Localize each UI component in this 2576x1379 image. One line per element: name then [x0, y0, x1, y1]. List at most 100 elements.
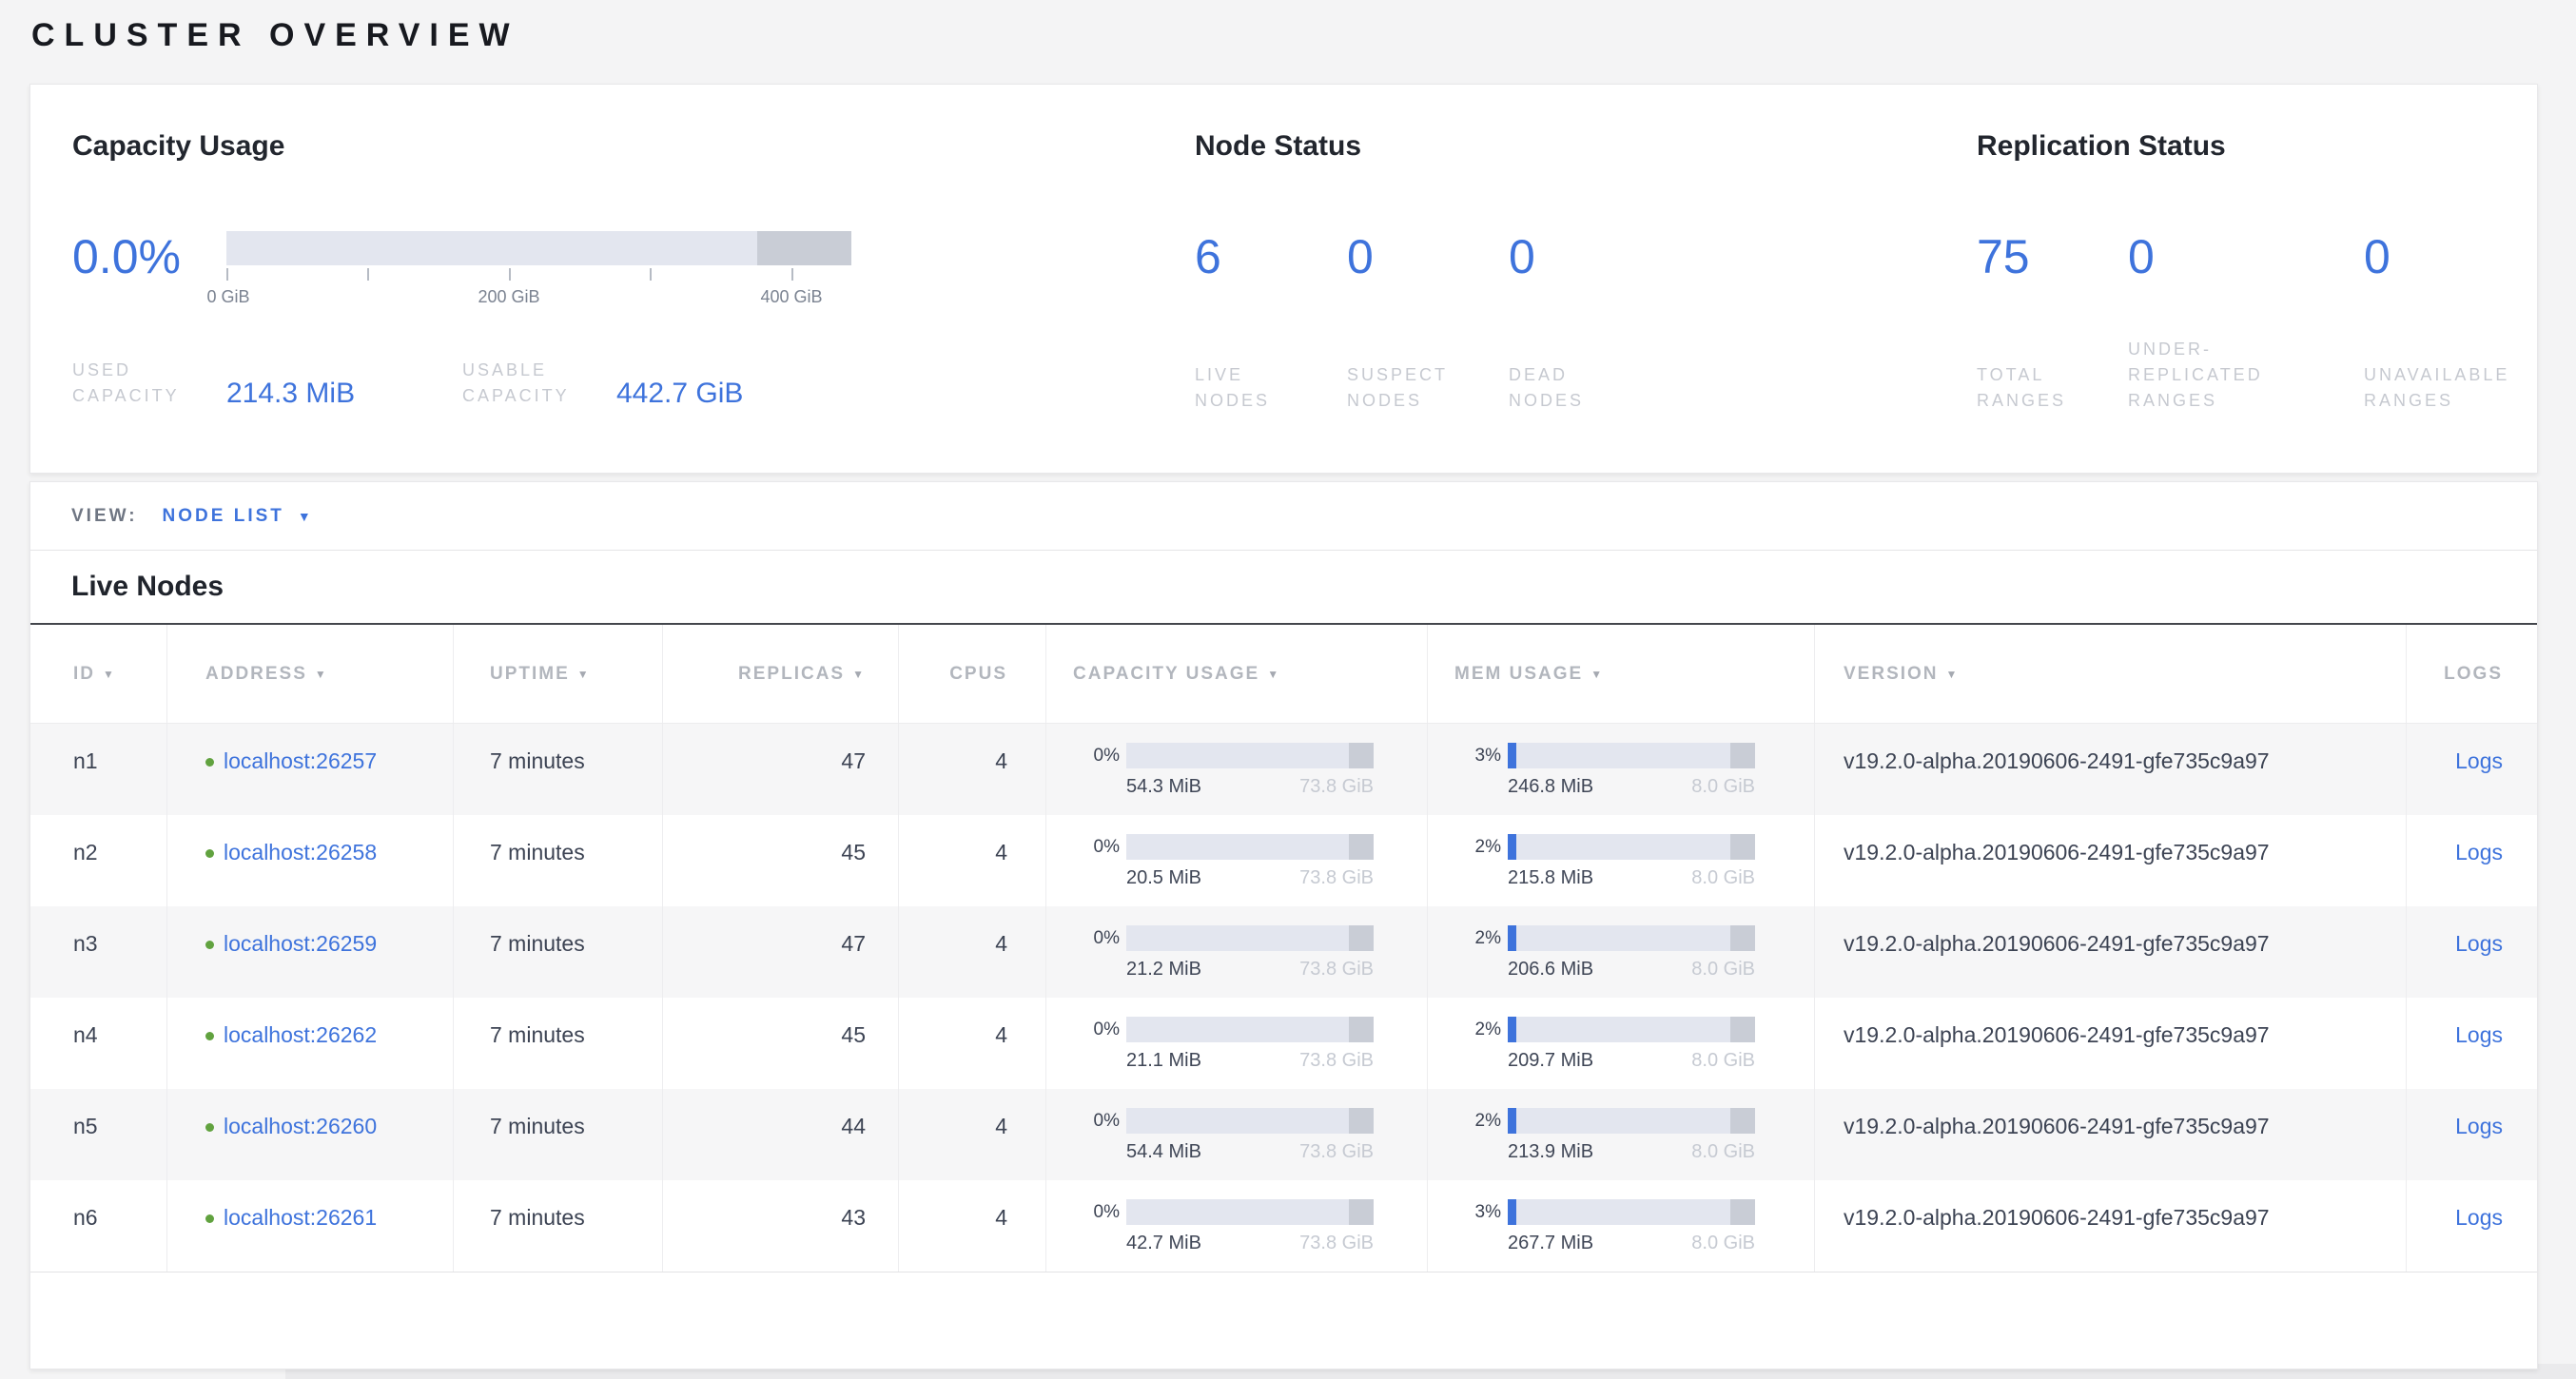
live-nodes-table: ID▼ADDRESS▼UPTIME▼REPLICAS▼CPUSCAPACITY …: [30, 625, 2537, 1272]
node-cpus-cell: 4: [898, 1180, 1045, 1272]
node-logs-link[interactable]: Logs: [2455, 840, 2503, 864]
mem-mini-bar: [1508, 925, 1755, 951]
node-status-section: Node Status 6 LIVE NODES 0 SUSPECT NODES…: [1195, 130, 1861, 414]
node-logs-link[interactable]: Logs: [2455, 931, 2503, 956]
node-cpus-cell: 4: [898, 906, 1045, 998]
capacity-percent: 0.0%: [72, 231, 226, 312]
used-capacity-label: USED CAPACITY: [72, 358, 226, 409]
capacity-total-value: 73.8 GiB: [1299, 1050, 1374, 1072]
node-uptime-cell: 7 minutes: [453, 815, 662, 906]
capacity-mini-bar: [1126, 925, 1374, 951]
node-cpus-cell: 4: [898, 998, 1045, 1089]
column-header-label: CPUS: [949, 664, 1007, 685]
node-logs-cell: Logs: [2406, 815, 2537, 906]
capacity-mini-bar: [1126, 1108, 1374, 1134]
column-header-label: ADDRESS: [205, 664, 307, 685]
node-replicas-cell: 45: [662, 815, 898, 906]
node-version-cell: v19.2.0-alpha.20190606-2491-gfe735c9a97: [1814, 724, 2406, 815]
mem-used-value: 213.9 MiB: [1508, 1141, 1593, 1163]
node-logs-link[interactable]: Logs: [2455, 1205, 2503, 1230]
node-uptime-cell: 7 minutes: [453, 906, 662, 998]
node-logs-link[interactable]: Logs: [2455, 1114, 2503, 1138]
column-header-mem-usage[interactable]: MEM USAGE▼: [1427, 625, 1814, 723]
column-header-replicas[interactable]: REPLICAS▼: [662, 625, 898, 723]
table-row: n3 localhost:26259 7 minutes 47 4 0% 21.…: [30, 906, 2537, 998]
node-mem-cell: 3% 267.7 MiB 8.0 GiB: [1427, 1180, 1814, 1272]
capacity-used-value: 21.1 MiB: [1126, 1050, 1201, 1072]
capacity-used-value: 54.3 MiB: [1126, 776, 1201, 798]
column-header-label: LOGS: [2444, 664, 2503, 685]
capacity-total-value: 73.8 GiB: [1299, 959, 1374, 981]
column-header-uptime[interactable]: UPTIME▼: [453, 625, 662, 723]
node-logs-link[interactable]: Logs: [2455, 748, 2503, 773]
dead-nodes-stat: 0 DEAD NODES: [1509, 231, 1670, 414]
node-uptime-cell: 7 minutes: [453, 1180, 662, 1272]
capacity-total-value: 73.8 GiB: [1299, 776, 1374, 798]
column-header-id[interactable]: ID▼: [30, 625, 166, 723]
column-header-label: ID: [73, 664, 95, 685]
node-capacity-cell: 0% 21.2 MiB 73.8 GiB: [1045, 906, 1427, 998]
capacity-bar-end-segment: [1349, 925, 1374, 951]
view-selector-dropdown[interactable]: NODE LIST ▼: [163, 506, 314, 527]
table-body: n1 localhost:26257 7 minutes 47 4 0% 54.…: [30, 724, 2537, 1272]
mem-percent-label: 2%: [1454, 837, 1508, 858]
capacity-usage-heading: Capacity Usage: [72, 130, 928, 163]
mem-total-value: 8.0 GiB: [1691, 776, 1755, 798]
mem-mini-bar: [1508, 743, 1755, 768]
capacity-total-value: 73.8 GiB: [1299, 1233, 1374, 1254]
sort-desc-icon: ▼: [577, 668, 591, 681]
node-id-cell: n2: [30, 815, 166, 906]
node-logs-cell: Logs: [2406, 1180, 2537, 1272]
mem-used-value: 206.6 MiB: [1508, 959, 1593, 981]
node-mem-cell: 2% 209.7 MiB 8.0 GiB: [1427, 998, 1814, 1089]
stat-label: UNAVAILABLE RANGES: [2364, 362, 2528, 414]
node-capacity-cell: 0% 54.3 MiB 73.8 GiB: [1045, 724, 1427, 815]
live-nodes-heading: Live Nodes: [71, 571, 224, 603]
mem-percent-label: 2%: [1454, 928, 1508, 949]
capacity-axis-labels: 0 GiB 200 GiB 400 GiB: [226, 287, 851, 312]
column-header-address[interactable]: ADDRESS▼: [166, 625, 453, 723]
capacity-total-value: 73.8 GiB: [1299, 867, 1374, 889]
column-header-capacity-usage[interactable]: CAPACITY USAGE▼: [1045, 625, 1427, 723]
live-status-dot-icon: [205, 1123, 214, 1132]
capacity-bar-end-segment: [1349, 1108, 1374, 1134]
node-capacity-cell: 0% 21.1 MiB 73.8 GiB: [1045, 998, 1427, 1089]
total-ranges-stat: 75 TOTAL RANGES: [1977, 231, 2128, 414]
capacity-used-value: 21.2 MiB: [1126, 959, 1201, 981]
capacity-used-value: 54.4 MiB: [1126, 1141, 1201, 1163]
axis-label: 0 GiB: [206, 287, 249, 307]
mem-bar-fill: [1508, 1199, 1516, 1225]
stat-label: LIVE NODES: [1195, 362, 1347, 414]
node-capacity-cell: 0% 42.7 MiB 73.8 GiB: [1045, 1180, 1427, 1272]
view-selected-value: NODE LIST: [163, 506, 284, 527]
mem-mini-bar: [1508, 834, 1755, 860]
live-status-dot-icon: [205, 849, 214, 858]
node-address-link[interactable]: localhost:26261: [224, 1205, 377, 1230]
node-version-cell: v19.2.0-alpha.20190606-2491-gfe735c9a97: [1814, 1180, 2406, 1272]
node-id-cell: n6: [30, 1180, 166, 1272]
node-address-link[interactable]: localhost:26258: [224, 840, 377, 864]
unavailable-ranges-stat: 0 UNAVAILABLE RANGES: [2364, 231, 2528, 414]
column-header-cpus: CPUS: [898, 625, 1045, 723]
capacity-bar-chart: 0 GiB 200 GiB 400 GiB: [226, 231, 851, 312]
stat-value: 0: [1347, 231, 1509, 282]
capacity-percent-label: 0%: [1073, 1020, 1126, 1040]
replication-status-section: Replication Status 75 TOTAL RANGES 0 UND…: [1977, 130, 2528, 414]
node-id-cell: n1: [30, 724, 166, 815]
sort-desc-icon: ▼: [1267, 668, 1280, 681]
node-uptime-cell: 7 minutes: [453, 998, 662, 1089]
mem-total-value: 8.0 GiB: [1691, 959, 1755, 981]
node-address-link[interactable]: localhost:26260: [224, 1114, 377, 1138]
node-id-cell: n3: [30, 906, 166, 998]
node-address-link[interactable]: localhost:26262: [224, 1022, 377, 1047]
cluster-summary-card: Capacity Usage 0.0% 0 GiB 200 GiB 400 Gi…: [29, 84, 2538, 474]
mem-total-value: 8.0 GiB: [1691, 1141, 1755, 1163]
node-logs-link[interactable]: Logs: [2455, 1022, 2503, 1047]
node-address-link[interactable]: localhost:26259: [224, 931, 377, 956]
node-address-link[interactable]: localhost:26257: [224, 748, 377, 773]
column-header-version[interactable]: VERSION▼: [1814, 625, 2406, 723]
live-status-dot-icon: [205, 758, 214, 767]
mem-percent-label: 3%: [1454, 1202, 1508, 1223]
capacity-used-value: 42.7 MiB: [1126, 1233, 1201, 1254]
axis-label: 400 GiB: [760, 287, 822, 307]
